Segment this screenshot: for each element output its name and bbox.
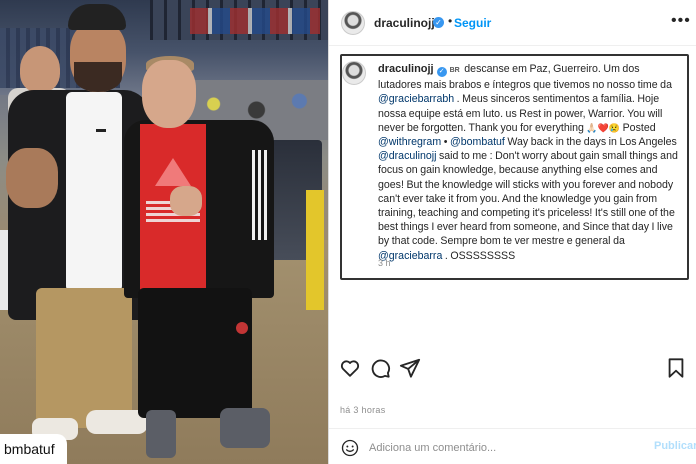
post-header: draculinojj ✓ • Seguir ••• [329,0,696,46]
caption-segment: Posted [620,121,656,134]
shirt-triangle-logo [155,158,191,186]
sad-face-emoji: 😢 [608,122,621,133]
comment-icon[interactable] [369,357,391,379]
comment-timestamp: 3 h [378,258,391,268]
flag-br-icon: BR [449,67,460,74]
caption-comment: draculinojj ✓ BR descanse em Paz, Guerreir… [340,54,689,280]
caption-username[interactable]: draculinojj [378,63,434,75]
right-man-hand [170,186,202,216]
heart-icon[interactable] [339,357,361,379]
smile-icon[interactable] [341,439,359,457]
right-man-shoe [220,408,270,448]
background-person-head [20,46,60,92]
caption-segment: . OSSSSSSSS [442,249,516,262]
caption-text: draculinojj ✓ BR descanse em Paz, Guerreir… [378,62,680,263]
pants-patch [236,322,248,334]
caption-segment: Way back in the days in Los Angeles [504,136,677,149]
header-separator: • [448,14,453,28]
avatar[interactable] [342,61,366,85]
verified-badge-icon: ✓ [433,17,444,28]
praying-hands-emoji: 🙏🏻 [586,122,598,133]
post-comment-button[interactable]: Publicar [654,440,696,452]
follow-button[interactable]: Seguir [454,16,491,30]
post-actions [329,355,696,381]
post-time: há 3 horas [340,405,386,415]
send-icon[interactable] [399,357,421,379]
yellow-post [306,190,324,310]
caption-segment: • [441,136,450,149]
avatar[interactable] [341,11,365,35]
mention-link[interactable]: @bombatuf [450,136,505,148]
left-man-pants [36,288,132,428]
right-man-pants [138,288,252,418]
comment-input[interactable] [369,440,639,456]
bookmark-icon[interactable] [665,357,687,379]
mention-link[interactable]: @withregram [378,136,441,148]
right-man-shoe [146,410,176,458]
left-man-shirt [66,92,122,292]
caption-segment: said to me : Don't worry about gain smal… [378,150,678,248]
mention-link[interactable]: @draculinojj [378,150,436,162]
red-heart-emoji: ❤️ [597,122,609,133]
more-horizontal-icon[interactable]: ••• [671,12,691,30]
left-man-beard [74,62,122,92]
post-details-panel: draculinojj ✓ • Seguir ••• draculinojj ✓ B… [328,0,696,464]
add-comment-bar: Publicar [329,428,696,464]
left-man-cap [68,4,126,30]
shirt-logo [96,124,106,132]
verified-badge-icon: ✓ [436,67,447,77]
photo-tag-label: bmbatuf [0,434,67,464]
jacket-stripes [252,150,268,240]
left-man-hand [6,148,58,208]
right-man-head [142,60,196,128]
mention-link[interactable]: @graciebarrabh [378,93,454,105]
header-username[interactable]: draculinojj [374,16,435,30]
post-photo[interactable]: bmbatuf [0,0,328,464]
arena-banners [190,8,320,34]
